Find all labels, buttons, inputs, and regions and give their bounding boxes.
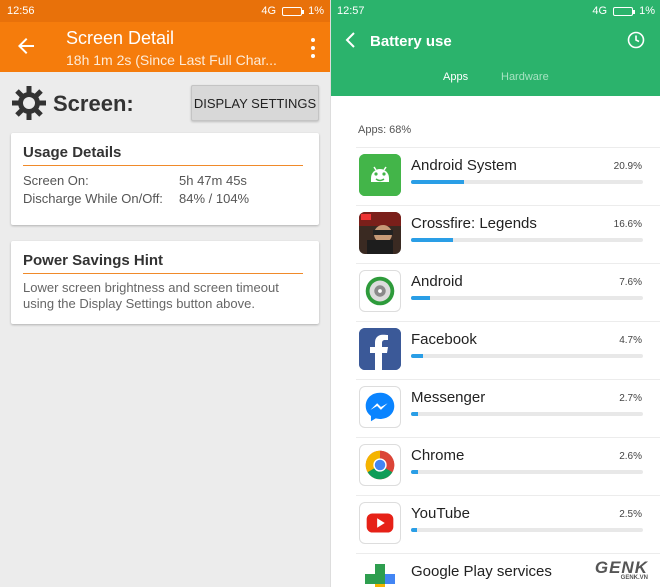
- youtube-icon: [359, 502, 401, 544]
- screen-on-value: 5h 47m 45s: [179, 173, 247, 188]
- list-item[interactable]: Android 7.6%: [331, 266, 660, 324]
- apps-total-label: Apps: 68%: [358, 124, 412, 136]
- list-divider: [356, 495, 660, 496]
- usage-bar-fill: [411, 238, 454, 242]
- app-bar: 12:57 4G 1% Battery use Apps Hardware: [331, 0, 660, 96]
- chrome-icon: [359, 444, 401, 486]
- card-title: Power Savings Hint: [23, 252, 164, 269]
- brightness-gear-icon: [12, 86, 46, 120]
- app-name: Facebook: [411, 331, 477, 348]
- page-title: Battery use: [370, 33, 452, 50]
- app-name: Android: [411, 273, 463, 290]
- card-divider: [23, 165, 303, 166]
- android-icon: [359, 270, 401, 312]
- list-divider: [356, 147, 660, 148]
- app-percent: 20.9%: [613, 161, 642, 172]
- status-time: 12:56: [7, 5, 35, 17]
- discharge-label: Discharge While On/Off:: [23, 191, 163, 206]
- app-percent: 2.5%: [619, 509, 642, 520]
- usage-bar-fill: [411, 412, 418, 416]
- tab-apps[interactable]: Apps: [443, 71, 468, 83]
- app-percent: 7.6%: [619, 277, 642, 288]
- battery-icon: [613, 6, 636, 16]
- android-system-icon: [359, 154, 401, 196]
- list-item[interactable]: Messenger 2.7%: [331, 382, 660, 440]
- hint-text: Lower screen brightness and screen timeo…: [23, 280, 279, 311]
- overflow-menu-icon[interactable]: [310, 38, 316, 58]
- usage-bar: [411, 354, 643, 358]
- usage-bar: [411, 470, 643, 474]
- app-percent: 2.7%: [619, 393, 642, 404]
- facebook-icon: [359, 328, 401, 370]
- screen-detail-panel: 12:56 4G 1% Screen Detail 18h 1m 2s (Sin…: [0, 0, 330, 587]
- status-bar: 12:56 4G 1%: [0, 0, 330, 22]
- usage-bar: [411, 180, 643, 184]
- app-percent: 4.7%: [619, 335, 642, 346]
- screen-on-label: Screen On:: [23, 173, 89, 188]
- section-label: Screen:: [53, 91, 134, 116]
- list-divider: [356, 553, 660, 554]
- list-divider: [356, 321, 660, 322]
- app-name: Google Play services: [411, 563, 552, 580]
- genk-watermark: GENK GENK.VN: [595, 558, 648, 581]
- back-arrow-icon[interactable]: [14, 34, 38, 58]
- display-settings-button[interactable]: DISPLAY SETTINGS: [191, 85, 319, 121]
- tab-hardware[interactable]: Hardware: [501, 71, 549, 83]
- signal-label: 4G: [592, 5, 608, 17]
- usage-bar-fill: [411, 180, 465, 184]
- usage-bar: [411, 296, 643, 300]
- list-item[interactable]: YouTube 2.5%: [331, 498, 660, 556]
- usage-bar: [411, 412, 643, 416]
- status-bar: 12:57 4G 1%: [331, 0, 660, 22]
- card-title: Usage Details: [23, 144, 122, 161]
- app-percent: 16.6%: [613, 219, 642, 230]
- card-divider: [23, 273, 303, 274]
- page-subtitle: 18h 1m 2s (Since Last Full Char...: [66, 52, 277, 68]
- discharge-value: 84% / 104%: [179, 191, 250, 206]
- usage-bar-fill: [411, 296, 431, 300]
- status-time: 12:57: [337, 5, 365, 17]
- app-name: Crossfire: Legends: [411, 215, 537, 232]
- list-divider: [356, 263, 660, 264]
- app-name: YouTube: [411, 505, 470, 522]
- usage-bar: [411, 528, 643, 532]
- status-icons: 4G 1%: [592, 5, 655, 17]
- app-name: Android System: [411, 157, 517, 174]
- screen-section-header: Screen: DISPLAY SETTINGS: [0, 82, 330, 126]
- battery-level: 1%: [308, 5, 324, 17]
- app-name: Chrome: [411, 447, 465, 464]
- usage-bar-fill: [411, 528, 418, 532]
- power-savings-hint-card: Power Savings Hint Lower screen brightne…: [11, 241, 319, 324]
- list-divider: [356, 437, 660, 438]
- usage-details-card: Usage Details Screen On: 5h 47m 45s Disc…: [11, 133, 319, 225]
- battery-level: 1%: [639, 5, 655, 17]
- app-bar: Screen Detail 18h 1m 2s (Since Last Full…: [0, 22, 330, 72]
- battery-use-panel: 12:57 4G 1% Battery use Apps Hardware Ap…: [330, 0, 660, 587]
- crossfire-legends-icon: [359, 212, 401, 254]
- back-chevron-icon[interactable]: [343, 30, 359, 50]
- list-item[interactable]: Facebook 4.7%: [331, 324, 660, 382]
- usage-bar-fill: [411, 470, 418, 474]
- page-title: Screen Detail: [66, 28, 175, 48]
- usage-bar-fill: [411, 354, 423, 358]
- list-divider: [356, 379, 660, 380]
- messenger-icon: [359, 386, 401, 428]
- list-item[interactable]: Android System 20.9%: [331, 150, 660, 208]
- usage-bar: [411, 238, 643, 242]
- history-clock-icon[interactable]: [627, 31, 645, 49]
- app-name: Messenger: [411, 389, 486, 406]
- signal-label: 4G: [261, 5, 277, 17]
- list-divider: [356, 205, 660, 206]
- battery-icon: [282, 6, 305, 16]
- status-icons: 4G 1%: [261, 5, 324, 17]
- list-item[interactable]: Crossfire: Legends 16.6%: [331, 208, 660, 266]
- app-percent: 2.6%: [619, 451, 642, 462]
- list-item[interactable]: Chrome 2.6%: [331, 440, 660, 498]
- google-play-services-icon: [359, 560, 401, 587]
